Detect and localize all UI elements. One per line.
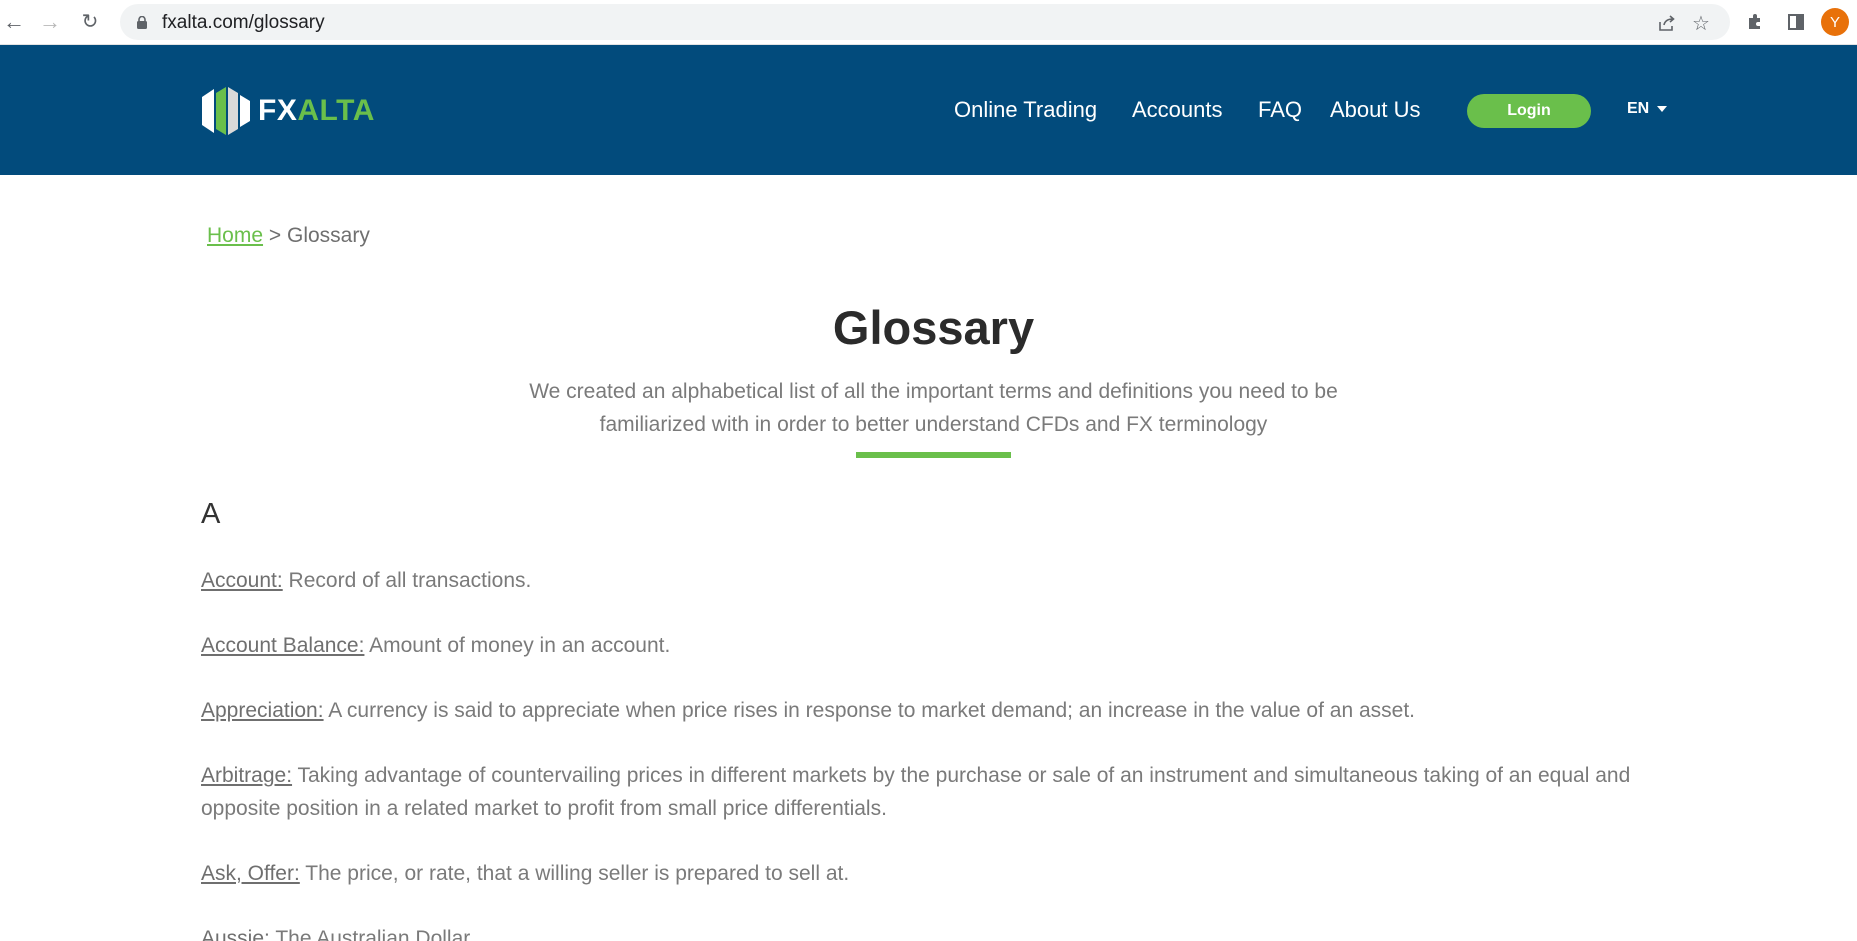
logo-text-fx: FX [258, 94, 298, 127]
intro-text: We created an alphabetical list of all t… [430, 375, 1437, 441]
share-icon[interactable] [1656, 12, 1678, 34]
title-underline-divider [856, 452, 1011, 458]
glossary-term-link[interactable]: Aussie: [201, 927, 270, 941]
caret-down-icon [1657, 106, 1668, 112]
language-label: EN [1627, 100, 1650, 117]
glossary-definition: A currency is said to appreciate when pr… [323, 699, 1416, 722]
glossary-term-link[interactable]: Account Balance: [201, 634, 364, 657]
url-text[interactable]: fxalta.com/glossary [162, 12, 325, 34]
glossary-term-link[interactable]: Appreciation: [201, 699, 324, 722]
address-bar[interactable]: fxalta.com/glossary ☆ [120, 4, 1730, 40]
glossary-term-link[interactable]: Arbitrage: [201, 764, 292, 787]
glossary-entry: Aussie: The Australian Dollar [201, 922, 1661, 941]
glossary-definition: The price, or rate, that a willing selle… [299, 862, 850, 885]
glossary-entry: Appreciation: A currency is said to appr… [201, 694, 1661, 727]
glossary-definition: Record of all transactions. [282, 569, 532, 592]
glossary-entry: Account Balance: Amount of money in an a… [201, 629, 1661, 662]
glossary-definition: Taking advantage of countervailing price… [201, 764, 1631, 820]
section-letter: A [201, 498, 221, 530]
forward-icon[interactable]: → [36, 8, 64, 36]
bookmark-star-icon[interactable]: ☆ [1690, 12, 1712, 35]
glossary-term-link[interactable]: Account: [201, 569, 283, 592]
breadcrumb-home-link[interactable]: Home [207, 224, 263, 247]
nav-faq[interactable]: FAQ [1258, 97, 1302, 123]
breadcrumb: Home > Glossary [207, 224, 370, 248]
site-header: FXALTA Online Trading Accounts FAQ About… [0, 45, 1857, 175]
back-icon[interactable]: ← [0, 8, 28, 36]
glossary-entry: Ask, Offer: The price, or rate, that a w… [201, 857, 1661, 890]
intro-line-2: familiarized with in order to better und… [599, 413, 1268, 436]
breadcrumb-separator: > [268, 224, 282, 247]
logo-mark-icon [202, 87, 250, 135]
glossary-entry: Account: Record of all transactions. [201, 564, 1661, 597]
profile-avatar[interactable]: Y [1821, 8, 1849, 36]
browser-toolbar: ← → ↻ fxalta.com/glossary ☆ Y [0, 0, 1857, 45]
reload-icon[interactable]: ↻ [76, 8, 104, 36]
nav-online-trading[interactable]: Online Trading [954, 97, 1097, 123]
glossary-entry: Arbitrage: Taking advantage of counterva… [201, 759, 1661, 825]
extensions-icon[interactable] [1743, 10, 1767, 34]
intro-line-1: We created an alphabetical list of all t… [529, 380, 1338, 403]
breadcrumb-current: Glossary [286, 224, 370, 247]
side-panel-icon[interactable] [1784, 10, 1808, 34]
nav-about-us[interactable]: About Us [1330, 97, 1421, 123]
logo-text-alta: ALTA [297, 94, 375, 127]
fxalta-logo[interactable]: FXALTA [200, 83, 375, 139]
glossary-term-link[interactable]: Ask, Offer: [201, 862, 300, 885]
lock-icon [137, 16, 147, 29]
nav-accounts[interactable]: Accounts [1132, 97, 1223, 123]
login-button[interactable]: Login [1467, 94, 1591, 128]
language-selector[interactable]: EN [1627, 100, 1668, 118]
glossary-definition: The Australian Dollar [269, 927, 471, 941]
page-title: Glossary [832, 301, 1035, 354]
glossary-definition: Amount of money in an account. [364, 634, 671, 657]
